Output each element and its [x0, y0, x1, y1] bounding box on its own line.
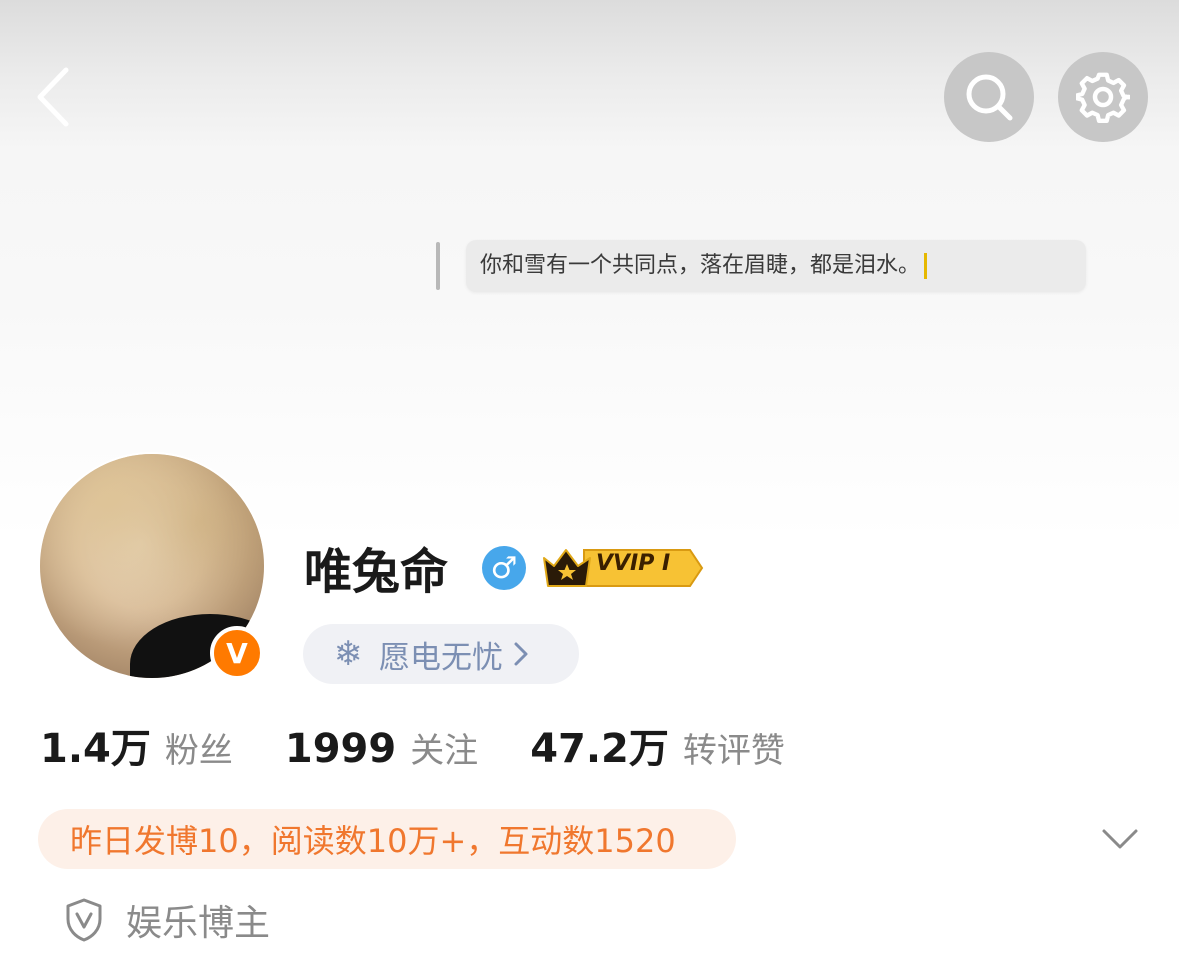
username: 唯兔命 — [304, 544, 449, 600]
stats-row: 1.4万 粉丝 1999 关注 47.2万 转评赞 — [40, 716, 837, 780]
gear-icon — [1076, 72, 1130, 124]
followers-count: 1.4万 — [40, 726, 151, 772]
vip-label: VVIP Ⅰ — [596, 551, 671, 576]
followers-stat[interactable]: 1.4万 粉丝 — [40, 716, 233, 774]
back-button[interactable] — [28, 62, 88, 132]
vip-badge[interactable]: VVIP Ⅰ — [540, 542, 704, 590]
following-count: 1999 — [284, 726, 397, 772]
verified-badge: V — [210, 626, 264, 680]
settings-button[interactable] — [1058, 52, 1148, 142]
chevron-down-icon[interactable] — [1100, 826, 1140, 852]
category-label: 娱乐博主 — [126, 903, 271, 944]
category-row[interactable]: 娱乐博主 — [64, 894, 270, 946]
followers-label: 粉丝 — [164, 731, 233, 771]
following-label: 关注 — [410, 731, 479, 771]
chevron-right-icon — [514, 642, 528, 666]
search-icon — [966, 74, 1013, 121]
following-stat[interactable]: 1999 关注 — [285, 723, 478, 772]
engagement-count: 47.2万 — [530, 726, 669, 772]
snowflake-icon: ❄ — [333, 634, 363, 674]
search-button[interactable] — [944, 52, 1034, 142]
text-caret — [924, 253, 928, 279]
profile-page: 你和雪有一个共同点，落在眉睫，都是泪水。 V 唯兔命 ♂ VVIP Ⅰ ❄ 愿电… — [0, 0, 1179, 959]
engagement-label: 转评赞 — [682, 731, 785, 771]
activity-summary-text: 昨日发博10，阅读数10万+，互动数1520 — [70, 822, 676, 860]
cover-quote-text: 你和雪有一个共同点，落在眉睫，都是泪水。 — [480, 253, 921, 278]
gender-symbol: ♂ — [490, 550, 518, 586]
activity-summary[interactable]: 昨日发博10，阅读数10万+，互动数1520 — [38, 809, 736, 869]
shield-v-icon — [66, 898, 102, 942]
cover-quote: 你和雪有一个共同点，落在眉睫，都是泪水。 — [466, 240, 1086, 292]
power-plan-tag[interactable]: ❄ 愿电无忧 — [303, 624, 579, 684]
verified-badge-label: V — [226, 636, 248, 670]
engagement-stat[interactable]: 47.2万 转评赞 — [530, 716, 785, 774]
male-gender-icon: ♂ — [482, 546, 526, 590]
cover-quote-bar — [436, 242, 440, 290]
tag-label: 愿电无忧 — [379, 639, 503, 676]
back-arrow-icon — [37, 67, 69, 127]
